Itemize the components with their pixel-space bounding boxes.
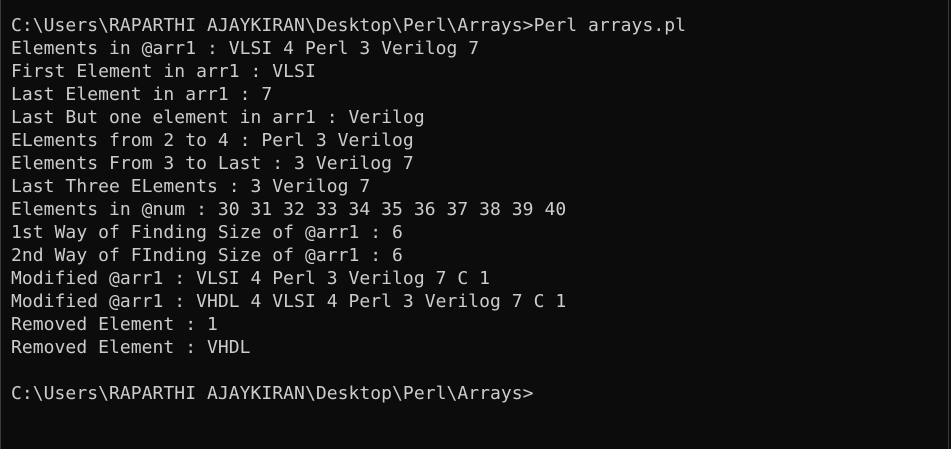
output-line-7: Last Three ELements : 3 Verilog 7 — [11, 176, 371, 197]
output-line-5: ELements from 2 to 4 : Perl 3 Verilog — [11, 130, 414, 151]
output-line-1: Elements in @arr1 : VLSI 4 Perl 3 Verilo… — [11, 38, 480, 59]
output-line-10: 2nd Way of FInding Size of @arr1 : 6 — [11, 245, 403, 266]
output-line-11: Modified @arr1 : VLSI 4 Perl 3 Verilog 7… — [11, 268, 491, 289]
output-line-14: Removed Element : VHDL — [11, 337, 251, 358]
output-line-13: Removed Element : 1 — [11, 314, 218, 335]
command-prompt-line: C:\Users\RAPARTHI AJAYKIRAN\Desktop\Perl… — [11, 15, 686, 36]
output-line-6: Elements From 3 to Last : 3 Verilog 7 — [11, 153, 414, 174]
output-line-9: 1st Way of Finding Size of @arr1 : 6 — [11, 222, 403, 243]
terminal-window[interactable]: C:\Users\RAPARTHI AJAYKIRAN\Desktop\Perl… — [0, 0, 949, 449]
final-prompt-line[interactable]: C:\Users\RAPARTHI AJAYKIRAN\Desktop\Perl… — [11, 382, 948, 405]
output-line-12: Modified @arr1 : VHDL 4 VLSI 4 Perl 3 Ve… — [11, 291, 567, 312]
output-line-2: First Element in arr1 : VLSI — [11, 61, 316, 82]
output-line-8: Elements in @num : 30 31 32 33 34 35 36 … — [11, 199, 567, 220]
output-line-4: Last But one element in arr1 : Verilog — [11, 107, 425, 128]
output-line-3: Last Element in arr1 : 7 — [11, 84, 273, 105]
